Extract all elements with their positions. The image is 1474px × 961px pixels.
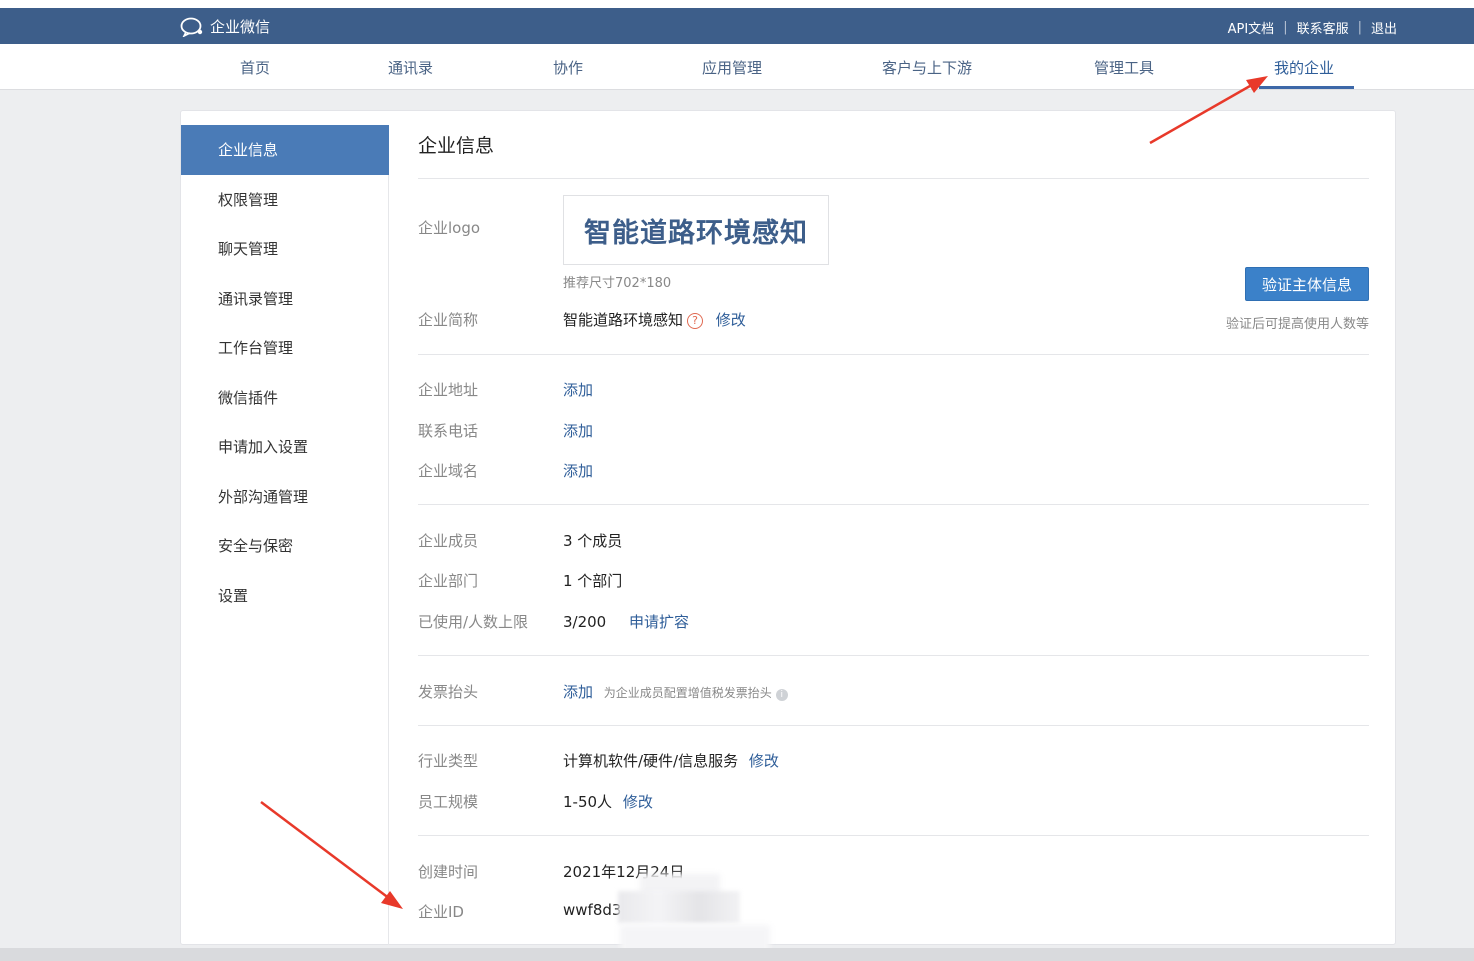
industry-value: 计算机软件/硬件/信息服务	[563, 752, 739, 770]
sidebar-item-settings[interactable]: 设置	[181, 571, 389, 621]
scale-value: 1-50人	[563, 793, 613, 811]
short-name-value: 智能道路环境感知	[563, 311, 684, 329]
help-icon[interactable]: ?	[687, 312, 704, 329]
sidebar-item-wechat-plugin[interactable]: 微信插件	[181, 373, 389, 423]
api-docs-link[interactable]: API文档	[1228, 18, 1275, 37]
enterprise-logo[interactable]: 智能道路环境感知	[563, 195, 829, 265]
divider	[418, 504, 1369, 505]
logout-link[interactable]: 退出	[1371, 18, 1397, 37]
departments-label: 企业部门	[418, 572, 479, 590]
divider	[418, 655, 1369, 656]
top-header: 企业微信 API文档 | 联系客服 | 退出	[0, 8, 1474, 44]
sidebar-item-workbench-management[interactable]: 工作台管理	[181, 323, 389, 373]
logo-label: 企业logo	[418, 219, 481, 237]
add-phone-link[interactable]: 添加	[563, 420, 593, 441]
address-label: 企业地址	[418, 381, 479, 399]
invoice-row: 添加 为企业成员配置增值税发票抬头 i	[563, 681, 788, 702]
corp-id-value[interactable]: wwf8d3	[563, 901, 621, 919]
redaction-blur	[618, 891, 740, 923]
industry-label: 行业类型	[418, 752, 479, 770]
expand-capacity-link[interactable]: 申请扩容	[629, 613, 689, 631]
nav-contacts[interactable]: 通讯录	[388, 57, 433, 78]
divider	[418, 354, 1369, 355]
enterprise-info-content: 企业信息 企业logo 智能道路环境感知 推荐尺寸702*180 验证主体信息 …	[418, 111, 1369, 941]
page-title: 企业信息	[418, 135, 495, 157]
brand-logo[interactable]: 企业微信	[180, 16, 270, 37]
departments-value: 1 个部门	[563, 572, 623, 590]
nav-app-management[interactable]: 应用管理	[702, 57, 762, 78]
sidebar-item-enterprise-info[interactable]: 企业信息	[181, 125, 389, 175]
invoice-label: 发票抬头	[418, 683, 479, 701]
sidebar-item-external-communication[interactable]: 外部沟通管理	[181, 472, 389, 522]
short-name-label: 企业简称	[418, 311, 479, 329]
add-address-link[interactable]: 添加	[563, 379, 593, 400]
user-limit-value: 3/200	[563, 613, 607, 631]
sidebar: 企业信息 权限管理 聊天管理 通讯录管理 工作台管理 微信插件 申请加入设置 外…	[181, 125, 389, 945]
link-separator: |	[1283, 20, 1288, 35]
divider	[418, 178, 1369, 179]
wecom-logo-icon	[180, 17, 203, 37]
invoice-hint: 为企业成员配置增值税发票抬头	[603, 686, 772, 700]
nav-collaboration[interactable]: 协作	[553, 57, 583, 78]
sidebar-item-security[interactable]: 安全与保密	[181, 521, 389, 571]
edit-scale-link[interactable]: 修改	[623, 793, 653, 811]
domain-label: 企业域名	[418, 462, 479, 480]
edit-short-name-link[interactable]: 修改	[716, 311, 746, 329]
scale-row: 1-50人 修改	[563, 791, 653, 812]
members-label: 企业成员	[418, 532, 479, 550]
industry-row: 计算机软件/硬件/信息服务 修改	[563, 750, 779, 771]
contact-support-link[interactable]: 联系客服	[1297, 18, 1349, 37]
sidebar-item-join-settings[interactable]: 申请加入设置	[181, 422, 389, 472]
divider	[418, 835, 1369, 836]
nav-customers[interactable]: 客户与上下游	[882, 57, 972, 78]
scale-label: 员工规模	[418, 793, 479, 811]
members-value: 3 个成员	[563, 532, 623, 550]
phone-label: 联系电话	[418, 422, 479, 440]
sidebar-item-permissions[interactable]: 权限管理	[181, 175, 389, 225]
user-limit-label: 已使用/人数上限	[418, 613, 529, 631]
verify-hint: 验证后可提高使用人数等	[1225, 317, 1369, 332]
main-nav: 首页 通讯录 协作 应用管理 客户与上下游 管理工具 我的企业	[0, 44, 1474, 90]
main-panel: 企业信息 权限管理 聊天管理 通讯录管理 工作台管理 微信插件 申请加入设置 外…	[180, 110, 1396, 945]
nav-management-tools[interactable]: 管理工具	[1094, 57, 1154, 78]
logo-size-hint: 推荐尺寸702*180	[563, 276, 672, 291]
corp-id-label: 企业ID	[418, 903, 464, 921]
info-icon[interactable]: i	[775, 689, 788, 701]
link-separator: |	[1357, 20, 1362, 35]
edit-industry-link[interactable]: 修改	[749, 752, 779, 770]
user-limit-row: 3/200 申请扩容	[563, 611, 689, 632]
created-time-label: 创建时间	[418, 863, 479, 881]
nav-my-enterprise[interactable]: 我的企业	[1274, 57, 1334, 78]
short-name-row: 智能道路环境感知? 修改	[563, 309, 746, 330]
add-invoice-link[interactable]: 添加	[563, 683, 593, 701]
browser-top-strip	[0, 0, 1474, 8]
nav-home[interactable]: 首页	[240, 57, 270, 78]
verify-entity-button[interactable]: 验证主体信息	[1245, 267, 1369, 301]
top-links: API文档 | 联系客服 | 退出	[1228, 18, 1397, 37]
sidebar-item-chat-management[interactable]: 聊天管理	[181, 224, 389, 274]
brand-name: 企业微信	[210, 18, 271, 36]
add-domain-link[interactable]: 添加	[563, 460, 593, 481]
browser-bottom-bar	[0, 948, 1474, 961]
divider	[418, 725, 1369, 726]
logo-text: 智能道路环境感知	[584, 217, 808, 249]
nav-active-indicator	[1259, 86, 1354, 89]
sidebar-item-contacts-management[interactable]: 通讯录管理	[181, 274, 389, 324]
